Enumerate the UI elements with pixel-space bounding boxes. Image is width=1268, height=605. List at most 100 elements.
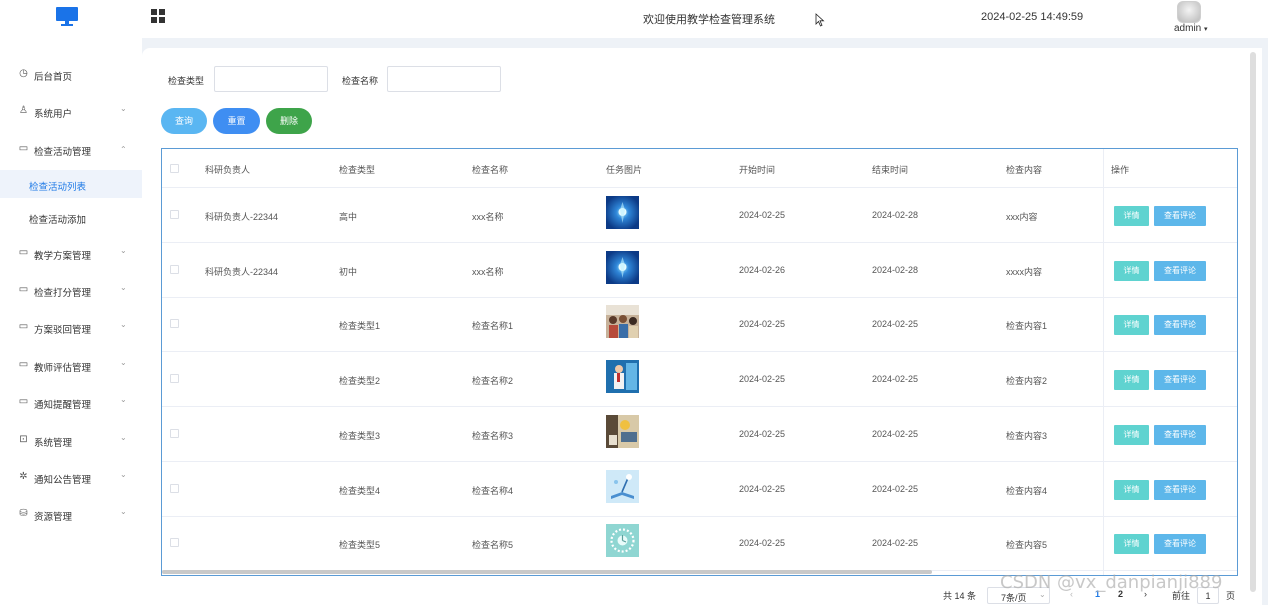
sidebar-item-label: 教学方案管理 <box>34 251 92 262</box>
detail-button[interactable]: 详情 <box>1114 479 1149 500</box>
sidebar-item-teaching-plan[interactable]: ▭ 教学方案管理 ⌄ <box>0 241 142 265</box>
user-icon: ♙ <box>19 105 28 116</box>
page-suffix-label: 页 <box>1226 591 1236 601</box>
task-image <box>606 524 639 558</box>
row-checkbox[interactable] <box>170 210 179 219</box>
detail-button[interactable]: 详情 <box>1114 206 1149 226</box>
top-bar: 欢迎使用教学检查管理系统 2024-02-25 14:49:59 admin ▾ <box>0 0 1268 38</box>
view-comments-button[interactable]: 查看评论 <box>1154 424 1206 445</box>
table-cell-content: 检查内容3 <box>1006 430 1048 441</box>
table-cell-type: 检查类型3 <box>339 430 381 441</box>
table-row: 检查类型1 检查名称1 2024-02-25 2024-02-25 检查内容1 详情 查看评… <box>162 297 1237 353</box>
table-cell-type: 初中 <box>339 266 358 277</box>
sidebar-item-label: 检查打分管理 <box>34 288 92 299</box>
table-cell-start: 2024-02-25 <box>739 319 786 330</box>
table-cell-leader: 科研负责人-22344 <box>205 266 279 277</box>
sidebar-item-inspection-activity[interactable]: ▭ 检查活动管理 ⌃ <box>0 137 142 161</box>
table-row: 科研负责人-22344 初中 xxx名称 2024-02-26 2024-02-28 xx… <box>162 243 1237 298</box>
sidebar-item-label: 后台首页 <box>34 72 73 83</box>
sidebar: ◷ 后台首页 ♙ 系统用户 ⌄ ▭ 检查活动管理 ⌃ 检查活动列表 检查活动添加… <box>0 38 142 605</box>
username-label: admin <box>1174 23 1202 34</box>
table-cell-end: 2024-02-28 <box>872 264 919 275</box>
caret-down-icon: ▾ <box>1204 26 1208 33</box>
system-title: 欢迎使用教学检查管理系统 <box>643 14 775 26</box>
task-image <box>606 196 639 229</box>
sidebar-subitem-activity-list[interactable]: 检查活动列表 <box>0 170 142 198</box>
detail-button[interactable]: 详情 <box>1114 534 1149 555</box>
table-cell-name: 检查名称1 <box>472 321 514 332</box>
sidebar-item-teacher-evaluation[interactable]: ▭ 教师评估管理 ⌄ <box>0 353 142 377</box>
delete-button[interactable]: 删除 <box>266 108 312 134</box>
sidebar-item-notification-reminder[interactable]: ▭ 通知提醒管理 ⌄ <box>0 390 142 414</box>
sidebar-subitem-activity-add[interactable]: 检查活动添加 <box>0 203 142 231</box>
filter-name-label: 检查名称 <box>342 76 379 86</box>
table-cell-start: 2024-02-25 <box>739 483 786 494</box>
table-cell-content: 检查内容4 <box>1006 485 1048 496</box>
avatar[interactable] <box>1177 1 1201 23</box>
query-button[interactable]: 查询 <box>161 108 207 134</box>
select-all-checkbox[interactable] <box>170 164 179 173</box>
card-icon: ▭ <box>18 143 29 154</box>
filter-name-input[interactable] <box>387 66 501 92</box>
column-header: 结束时间 <box>872 165 909 175</box>
sidebar-item-label: 资源管理 <box>34 512 73 523</box>
sidebar-item-home[interactable]: ◷ 后台首页 <box>0 62 142 86</box>
view-comments-button[interactable]: 查看评论 <box>1154 370 1206 391</box>
row-checkbox[interactable] <box>170 374 179 384</box>
horizontal-scrollbar[interactable] <box>162 570 932 574</box>
detail-button[interactable]: 详情 <box>1114 424 1149 445</box>
menu-grid-icon[interactable] <box>151 9 165 23</box>
sidebar-item-announcements[interactable]: ✲ 通知公告管理 ⌄ <box>0 465 142 489</box>
total-count: 共 14 条 <box>943 591 977 601</box>
table-cell-type: 检查类型4 <box>339 485 381 496</box>
table-row: 科研负责人-22344 高中 xxx名称 2024-02-25 2024-02-28 xx… <box>162 188 1237 243</box>
table-row: 检查类型2 检查名称2 2024-02-25 2024-02-25 检查内容2 详情 查看评… <box>162 352 1237 408</box>
sparkle-icon: ✲ <box>19 471 28 482</box>
current-datetime: 2024-02-25 14:49:59 <box>981 11 1084 23</box>
mouse-cursor-icon <box>815 13 825 27</box>
vertical-scrollbar[interactable] <box>1250 52 1256 592</box>
card-icon: ▭ <box>18 284 29 295</box>
sidebar-item-label: 检查活动管理 <box>34 147 92 158</box>
table-cell-type: 高中 <box>339 212 358 222</box>
view-comments-button[interactable]: 查看评论 <box>1154 534 1206 555</box>
view-comments-button[interactable]: 查看评论 <box>1154 315 1206 336</box>
table-cell-start: 2024-02-25 <box>739 538 786 549</box>
column-header: 检查内容 <box>1006 165 1043 175</box>
row-checkbox[interactable] <box>170 538 179 548</box>
table-cell-content: xxxx内容 <box>1006 266 1043 277</box>
column-header: 操作 <box>1111 165 1130 175</box>
column-header: 检查类型 <box>339 165 376 175</box>
sidebar-item-resources[interactable]: ⛁ 资源管理 ⌄ <box>0 502 142 526</box>
view-comments-button[interactable]: 查看评论 <box>1154 479 1206 500</box>
row-checkbox[interactable] <box>170 483 179 493</box>
sidebar-item-label: 系统管理 <box>34 438 73 449</box>
detail-button[interactable]: 详情 <box>1114 315 1149 336</box>
table-cell-name: xxx名称 <box>472 266 504 277</box>
sidebar-item-system-management[interactable]: ⊡ 系统管理 ⌄ <box>0 428 142 452</box>
column-header: 科研负责人 <box>205 165 251 175</box>
reset-button[interactable]: 重置 <box>213 108 260 134</box>
sidebar-item-system-users[interactable]: ♙ 系统用户 ⌄ <box>0 99 142 123</box>
view-comments-button[interactable]: 查看评论 <box>1154 260 1206 281</box>
table-cell-content: 检查内容5 <box>1006 540 1048 551</box>
row-checkbox[interactable] <box>170 319 179 329</box>
user-menu[interactable]: admin ▾ <box>1174 23 1208 34</box>
detail-button[interactable]: 详情 <box>1114 260 1149 281</box>
row-checkbox[interactable] <box>170 264 179 274</box>
sidebar-item-plan-rejection[interactable]: ▭ 方案驳回管理 ⌄ <box>0 315 142 339</box>
task-image <box>606 250 639 284</box>
table-cell-name: 检查名称4 <box>472 485 514 496</box>
row-checkbox[interactable] <box>170 428 179 438</box>
view-comments-button[interactable]: 查看评论 <box>1154 206 1206 226</box>
task-image <box>606 469 639 503</box>
table-cell-type: 检查类型1 <box>339 321 381 332</box>
table-row: 检查类型4 检查名称4 2024-02-25 2024-02-25 检查内容4 详情 查看评… <box>162 462 1237 517</box>
watermark: CSDN @vx_danpianji889 <box>1000 572 1223 593</box>
sidebar-item-label: 通知提醒管理 <box>34 400 92 411</box>
table-cell-name: 检查名称3 <box>472 430 514 441</box>
detail-button[interactable]: 详情 <box>1114 370 1149 391</box>
sidebar-item-scoring[interactable]: ▭ 检查打分管理 ⌄ <box>0 278 142 302</box>
table-cell-end: 2024-02-25 <box>872 538 919 549</box>
filter-type-input[interactable] <box>214 66 328 92</box>
